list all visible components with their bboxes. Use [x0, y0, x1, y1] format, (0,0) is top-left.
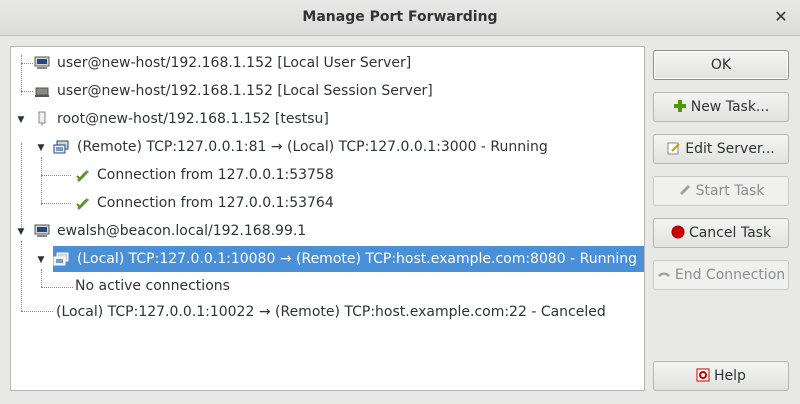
tree-row-label: user@new-host/192.168.1.152 [Local Sessi…: [57, 83, 433, 99]
tree-row[interactable]: ▼ root@new-host/192.168.1.152 [testsu]: [11, 106, 644, 132]
start-task-button[interactable]: Start Task: [653, 176, 789, 206]
window-title: Manage Port Forwarding: [302, 9, 498, 25]
tree-row-label: Connection from 127.0.0.1:53764: [97, 195, 334, 211]
cancel-task-button[interactable]: Cancel Task: [653, 218, 789, 248]
tree-row[interactable]: ▼ (Remote) TCP:127.0.0.1:81 → (Local) TC…: [11, 134, 644, 160]
chevron-down-icon[interactable]: ▼: [16, 115, 26, 125]
tree-row-label: ewalsh@beacon.local/192.168.99.1: [57, 223, 307, 239]
computer-icon: [35, 87, 49, 97]
stop-icon: [671, 225, 685, 239]
connection-check-icon: [76, 197, 90, 211]
tree-row-label: (Local) TCP:127.0.0.1:10080 → (Remote) T…: [77, 251, 638, 267]
help-button[interactable]: Help: [653, 361, 789, 391]
new-task-button-label: New Task...: [690, 99, 770, 115]
tree-row-label: user@new-host/192.168.1.152 [Local User …: [57, 55, 412, 71]
computer-icon: [34, 56, 50, 69]
start-task-button-label: Start Task: [695, 183, 765, 199]
tree-row-label: (Remote) TCP:127.0.0.1:81 → (Local) TCP:…: [77, 139, 548, 155]
ok-button-label: OK: [710, 57, 732, 73]
title-bar: Manage Port Forwarding ✕: [0, 0, 800, 36]
tree-row-label: No active connections: [75, 278, 230, 294]
tree-row[interactable]: No active connections: [11, 273, 644, 299]
tree-row-label: root@new-host/192.168.1.152 [testsu]: [57, 111, 329, 127]
tree-row[interactable]: user@new-host/192.168.1.152 [Local Sessi…: [11, 78, 644, 104]
chevron-down-icon[interactable]: ▼: [36, 143, 46, 153]
end-connection-button-label: End Connection: [674, 267, 786, 283]
chevron-down-icon[interactable]: ▼: [36, 255, 46, 265]
server-tower-icon: [38, 111, 46, 126]
edit-pencil-icon: [667, 142, 680, 155]
plus-icon: [673, 100, 686, 112]
tree-row[interactable]: Connection from 127.0.0.1:53764: [11, 190, 644, 216]
computer-icon: [34, 224, 50, 237]
close-icon[interactable]: ✕: [772, 8, 790, 26]
forwarding-tree[interactable]: user@new-host/192.168.1.152 [Local User …: [10, 46, 645, 391]
tree-row[interactable]: user@new-host/192.168.1.152 [Local User …: [11, 50, 644, 76]
hangup-icon: [657, 272, 670, 277]
connection-check-icon: [76, 169, 90, 183]
help-lifebuoy-icon: [696, 368, 710, 382]
tree-row[interactable]: (Local) TCP:127.0.0.1:10022 → (Remote) T…: [11, 299, 644, 325]
chevron-down-icon[interactable]: ▼: [16, 227, 26, 237]
ok-button[interactable]: OK: [653, 50, 789, 80]
tree-row[interactable]: Connection from 127.0.0.1:53758: [11, 162, 644, 188]
tree-row[interactable]: ▼ (Local) TCP:127.0.0.1:10080 → (Remote)…: [38, 246, 644, 272]
cancel-task-button-label: Cancel Task: [688, 225, 772, 241]
end-connection-button[interactable]: End Connection: [653, 260, 789, 290]
tree-row[interactable]: ▼ ewalsh@beacon.local/192.168.99.1: [11, 218, 644, 244]
connect-icon: [679, 184, 690, 196]
forward-task-icon: [53, 252, 69, 266]
forward-task-icon: [53, 140, 69, 154]
tree-row-label: Connection from 127.0.0.1:53758: [97, 167, 334, 183]
edit-server-button[interactable]: Edit Server...: [653, 134, 789, 164]
tree-row-label: (Local) TCP:127.0.0.1:10022 → (Remote) T…: [56, 304, 606, 320]
new-task-button[interactable]: New Task...: [653, 92, 789, 122]
help-button-label: Help: [714, 368, 746, 384]
edit-server-button-label: Edit Server...: [685, 141, 775, 157]
